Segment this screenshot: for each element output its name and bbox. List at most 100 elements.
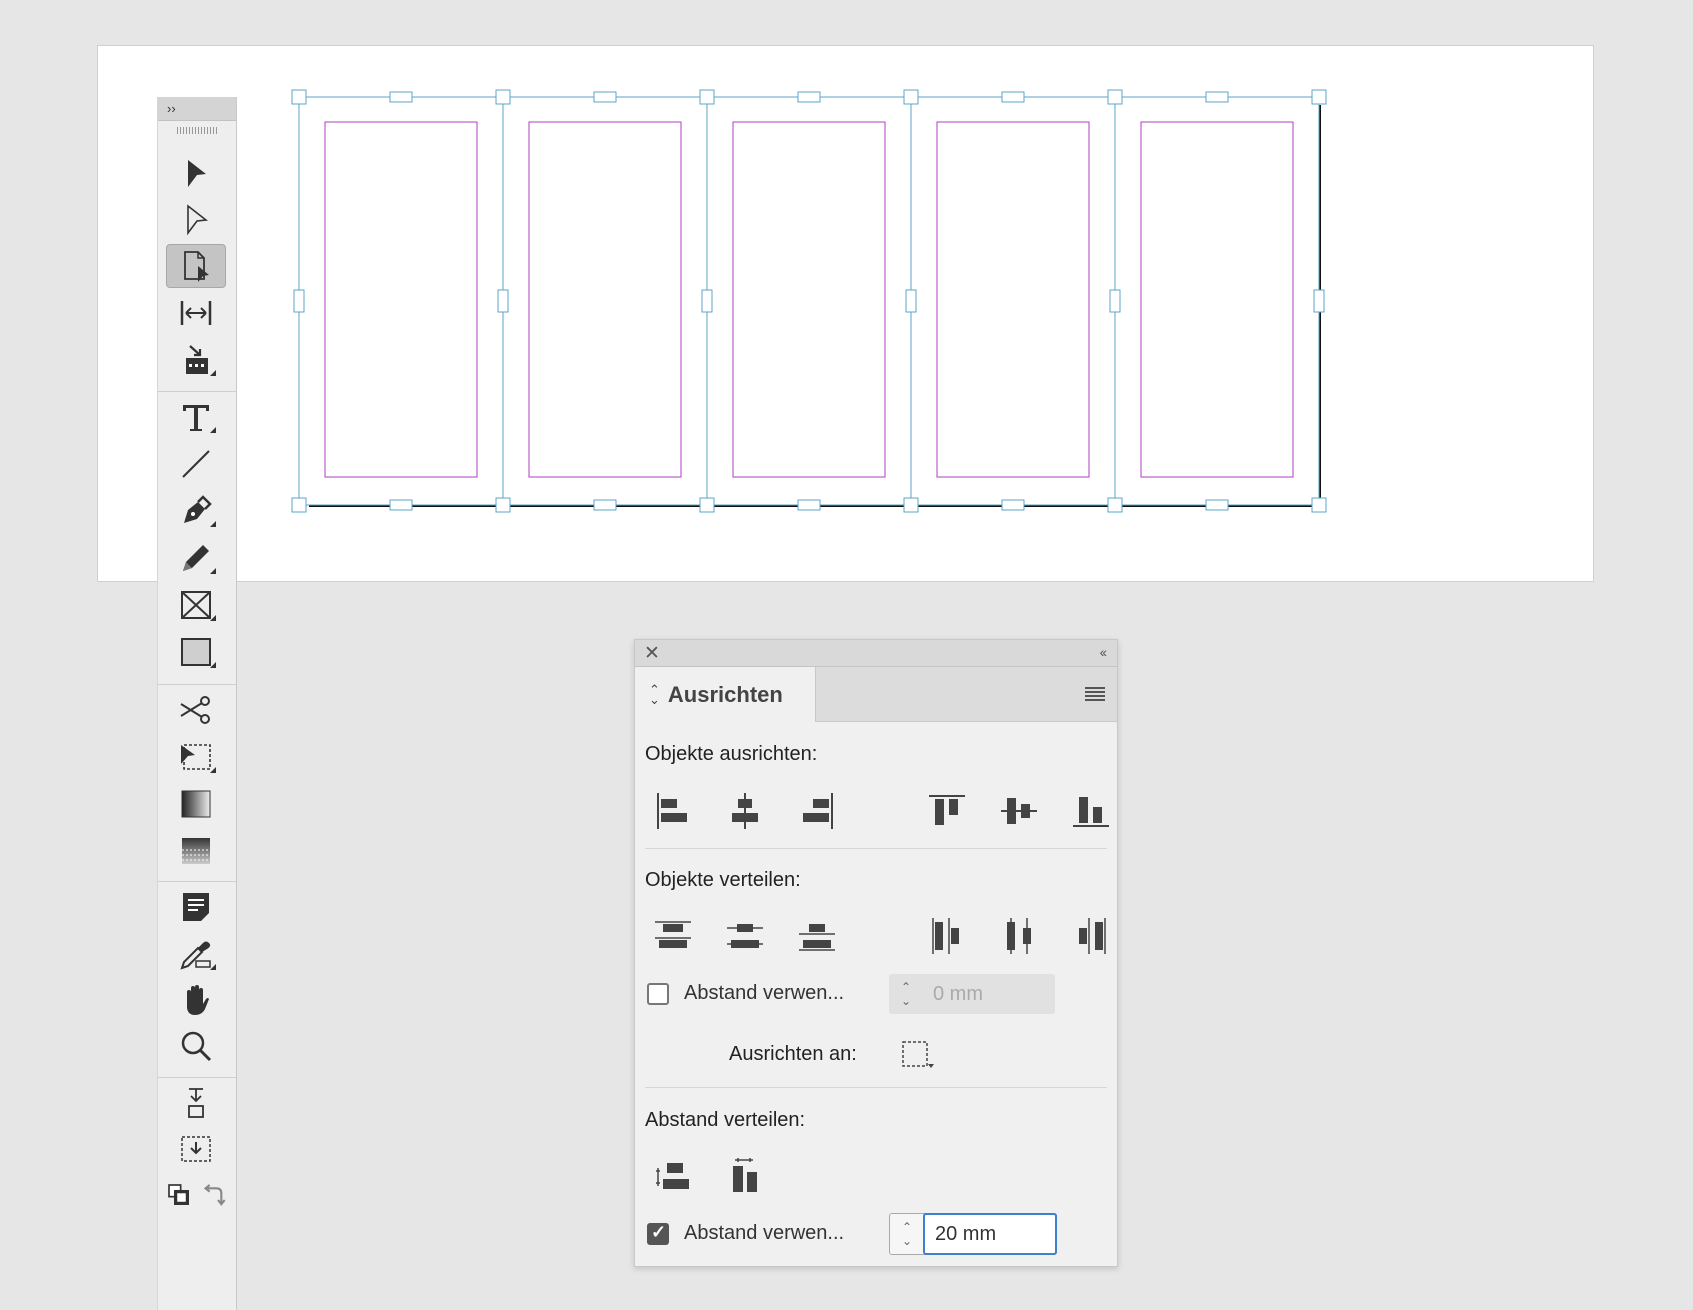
distribute-vertical-space-button[interactable] [649,1154,697,1198]
toolbar-divider [158,881,236,882]
direct-selection-tool[interactable] [166,198,226,242]
section-divider [645,848,1107,849]
toolbar-divider [158,684,236,685]
use-spacing-checkbox-1[interactable] [647,982,669,1005]
spacing-input-2[interactable]: 20 mm [923,1213,1057,1255]
distribute-right-edges-icon [1079,918,1106,954]
align-top-button[interactable] [923,789,971,833]
page-frame [706,96,912,506]
hand-tool-icon [187,985,209,1015]
align-horizontal-centers-icon [732,793,758,829]
page-tool[interactable] [166,244,226,288]
pen-tool[interactable] [166,489,226,533]
gradient-feather-tool[interactable] [166,829,226,873]
stepper-arrows-icon[interactable]: ⌃ ⌄ [890,1214,924,1254]
gradient-swatch-icon [181,790,211,818]
panel-menu-icon[interactable] [1085,687,1105,703]
close-icon[interactable]: ✕ [644,642,660,665]
free-transform-icon [181,744,211,770]
page-frame [910,96,1116,506]
spacing-input-1[interactable]: 0 mm [923,974,1055,1014]
zoom-tool-icon [181,1031,212,1062]
distribute-left-button[interactable] [923,914,971,958]
tool-flyout-indicator [210,964,216,970]
align-objects-label: Objekte ausrichten: [645,743,818,765]
align-left-edges-icon [657,793,687,829]
distribute-horizontal-centers-icon [1007,918,1031,954]
tool-flyout-indicator [210,767,216,773]
spread-canvas [291,89,1327,513]
collapse-panel-icon[interactable]: ‹‹ [1100,644,1107,660]
distribute-horizontal-space-button[interactable] [721,1154,769,1198]
zoom-tool[interactable] [166,1024,226,1068]
panel-grip[interactable] [177,127,217,134]
page-tool-icon [184,251,209,282]
gap-tool[interactable] [166,291,226,335]
document-page[interactable] [97,45,1594,582]
distribute-objects-label: Objekte verteilen: [645,869,801,891]
eyedropper-tool[interactable] [166,932,226,976]
tab-label: Ausrichten [667,681,783,707]
distribute-bottom-button[interactable] [793,914,841,958]
distribute-top-button[interactable] [649,914,697,958]
rectangle-tool[interactable] [166,630,226,674]
note-tool[interactable] [166,885,226,929]
formatting-container-button[interactable] [166,1081,226,1125]
selection-handle [699,497,715,513]
distribute-right-button[interactable] [1067,914,1115,958]
type-tool[interactable] [166,395,226,439]
selection-handle [495,497,511,513]
selection-tool[interactable] [166,152,226,196]
scissors-tool[interactable] [166,688,226,732]
align-right-button[interactable] [793,789,841,833]
align-left-button[interactable] [649,789,697,833]
align-top-edges-icon [929,795,965,825]
tab-ausrichten[interactable]: ⌃ ⌄ Ausrichten [635,667,816,722]
selection-handle [593,91,617,103]
selection-handle [1311,89,1327,105]
align-bottom-edges-icon [1073,797,1109,827]
rectangle-frame-icon [181,591,211,619]
selection-handle [699,89,715,105]
hand-tool[interactable] [166,978,226,1022]
align-vertical-center-button[interactable] [995,789,1043,833]
rectangle-tool-icon [181,638,211,666]
stepper-arrows-icon[interactable]: ⌃ ⌄ [889,974,923,1014]
formatting-affects-text-icon [181,1136,211,1162]
gap-tool-icon [180,301,212,325]
align-panel: ✕ ‹‹ ⌃ ⌄ Ausrichten Objekte ausrichten: O… [634,639,1118,1267]
align-to-selection-icon [902,1041,934,1068]
align-bottom-button[interactable] [1067,789,1115,833]
swap-colors-button[interactable] [198,1173,228,1217]
free-transform-tool[interactable] [166,735,226,779]
distribute-top-edges-icon [655,921,691,948]
tab-updown-icon: ⌃ ⌄ [649,681,660,707]
distribute-left-edges-icon [932,918,959,954]
pen-tool-icon [184,495,212,523]
gradient-swatch-tool[interactable] [166,782,226,826]
content-collector-tool[interactable] [166,338,226,382]
default-colors-button[interactable] [164,1173,194,1217]
align-panel-tabbar: ⌃ ⌄ Ausrichten [635,667,1117,722]
align-panel-titlebar[interactable]: ✕ ‹‹ [635,640,1117,667]
use-spacing-label-2: Abstand verwen... [684,1222,845,1244]
selection-handle [389,91,413,103]
selection-handle [1205,499,1229,511]
distribute-vertical-center-button[interactable] [721,914,769,958]
formatting-text-button[interactable] [166,1127,226,1171]
tools-panel-titlebar[interactable]: ›› [158,97,236,121]
spacing-stepper-2[interactable]: ⌃ ⌄ 20 mm [889,1213,1057,1255]
pencil-tool[interactable] [166,536,226,580]
distribute-spacing-label: Abstand verteilen: [645,1109,806,1131]
line-tool[interactable] [166,442,226,486]
use-spacing-checkbox-2[interactable] [647,1222,669,1245]
distribute-horizontal-center-button[interactable] [995,914,1043,958]
distribute-vertical-space-icon [656,1163,689,1189]
align-horizontal-center-button[interactable] [721,789,769,833]
spacing-stepper-1[interactable]: ⌃ ⌄ 0 mm [889,974,1055,1014]
align-vertical-centers-icon [1001,798,1037,824]
expand-panel-icon[interactable]: ›› [167,101,176,116]
toolbar-divider [158,391,236,392]
rectangle-frame-tool[interactable] [166,583,226,627]
align-to-dropdown[interactable] [893,1032,941,1076]
